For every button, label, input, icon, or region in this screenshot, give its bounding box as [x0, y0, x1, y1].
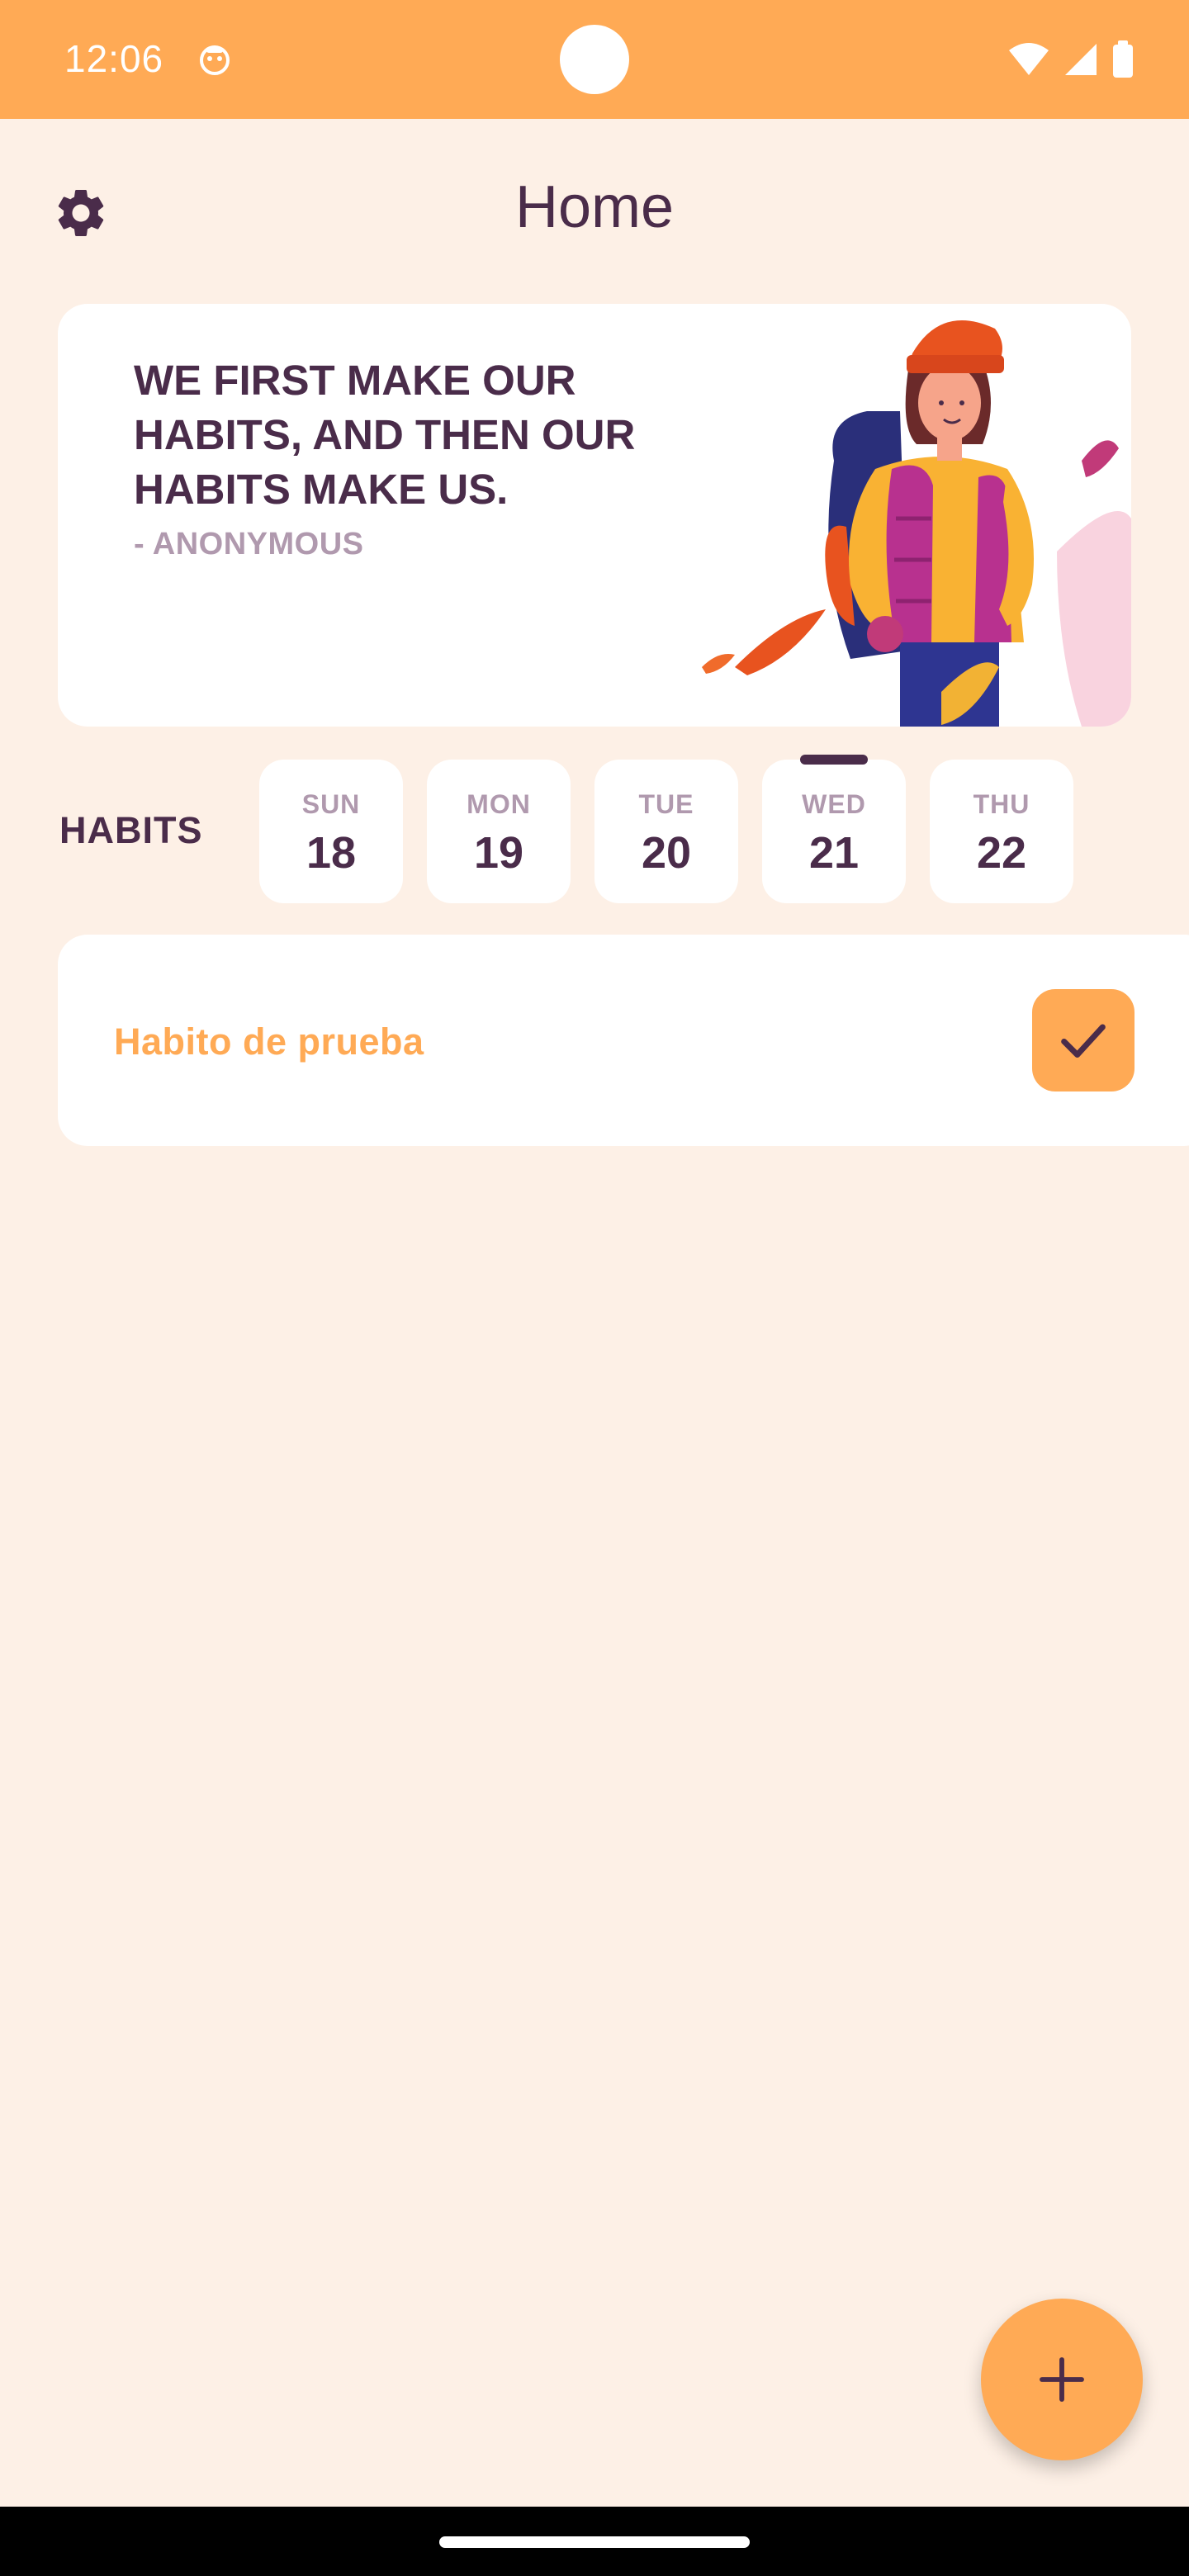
add-habit-button[interactable] [981, 2299, 1143, 2460]
system-navigation-bar [0, 2507, 1189, 2576]
day-number: 18 [306, 828, 357, 878]
day-name: MON [467, 789, 531, 819]
day-number: 19 [473, 828, 524, 878]
quote-text: WE FIRST MAKE OUR HABITS, AND THEN OUR H… [134, 357, 636, 513]
day-mon[interactable]: MON 19 [427, 760, 571, 903]
habits-label: HABITS [59, 809, 203, 851]
day-tue[interactable]: TUE 20 [594, 760, 738, 903]
status-time: 12:06 [64, 37, 164, 80]
quote-author: - ANONYMOUS [134, 527, 364, 561]
day-number: 21 [808, 828, 860, 878]
page-title: Home [514, 174, 675, 240]
selected-day-indicator [800, 755, 868, 765]
status-bar: 12:06 [0, 0, 1189, 119]
day-thu[interactable]: THU 22 [930, 760, 1073, 903]
checkmark-icon [1061, 1024, 1106, 1058]
day-number: 20 [641, 828, 692, 878]
quote-card: WE FIRST MAKE OUR HABITS, AND THEN OUR H… [58, 304, 1131, 727]
plus-icon [1040, 2357, 1084, 2402]
day-number: 22 [976, 828, 1027, 878]
habit-item[interactable]: Habito de prueba [58, 935, 1189, 1146]
status-icons [1007, 40, 1135, 79]
day-name: SUN [301, 789, 361, 819]
battery-icon [1113, 40, 1133, 78]
home-gesture-handle[interactable] [439, 2536, 750, 2548]
day-wed[interactable]: WED 21 [762, 755, 906, 903]
habit-name: Habito de prueba [114, 1020, 424, 1063]
top-app-bar: Home [0, 157, 1189, 272]
hiker-illustration [702, 320, 1131, 727]
wifi-icon [1009, 43, 1049, 75]
signal-icon [1065, 44, 1097, 75]
day-selector-row: HABITS SUN 18 MON 19 TUE 20 WED 21 THU 2… [0, 753, 1189, 910]
day-name: WED [802, 789, 866, 819]
habit-complete-checkbox[interactable] [1032, 989, 1135, 1091]
day-sun[interactable]: SUN 18 [259, 760, 403, 903]
day-name: THU [973, 789, 1030, 819]
camera-cutout [560, 25, 629, 94]
app-notification-icon [200, 45, 230, 75]
day-name: TUE [638, 789, 694, 819]
